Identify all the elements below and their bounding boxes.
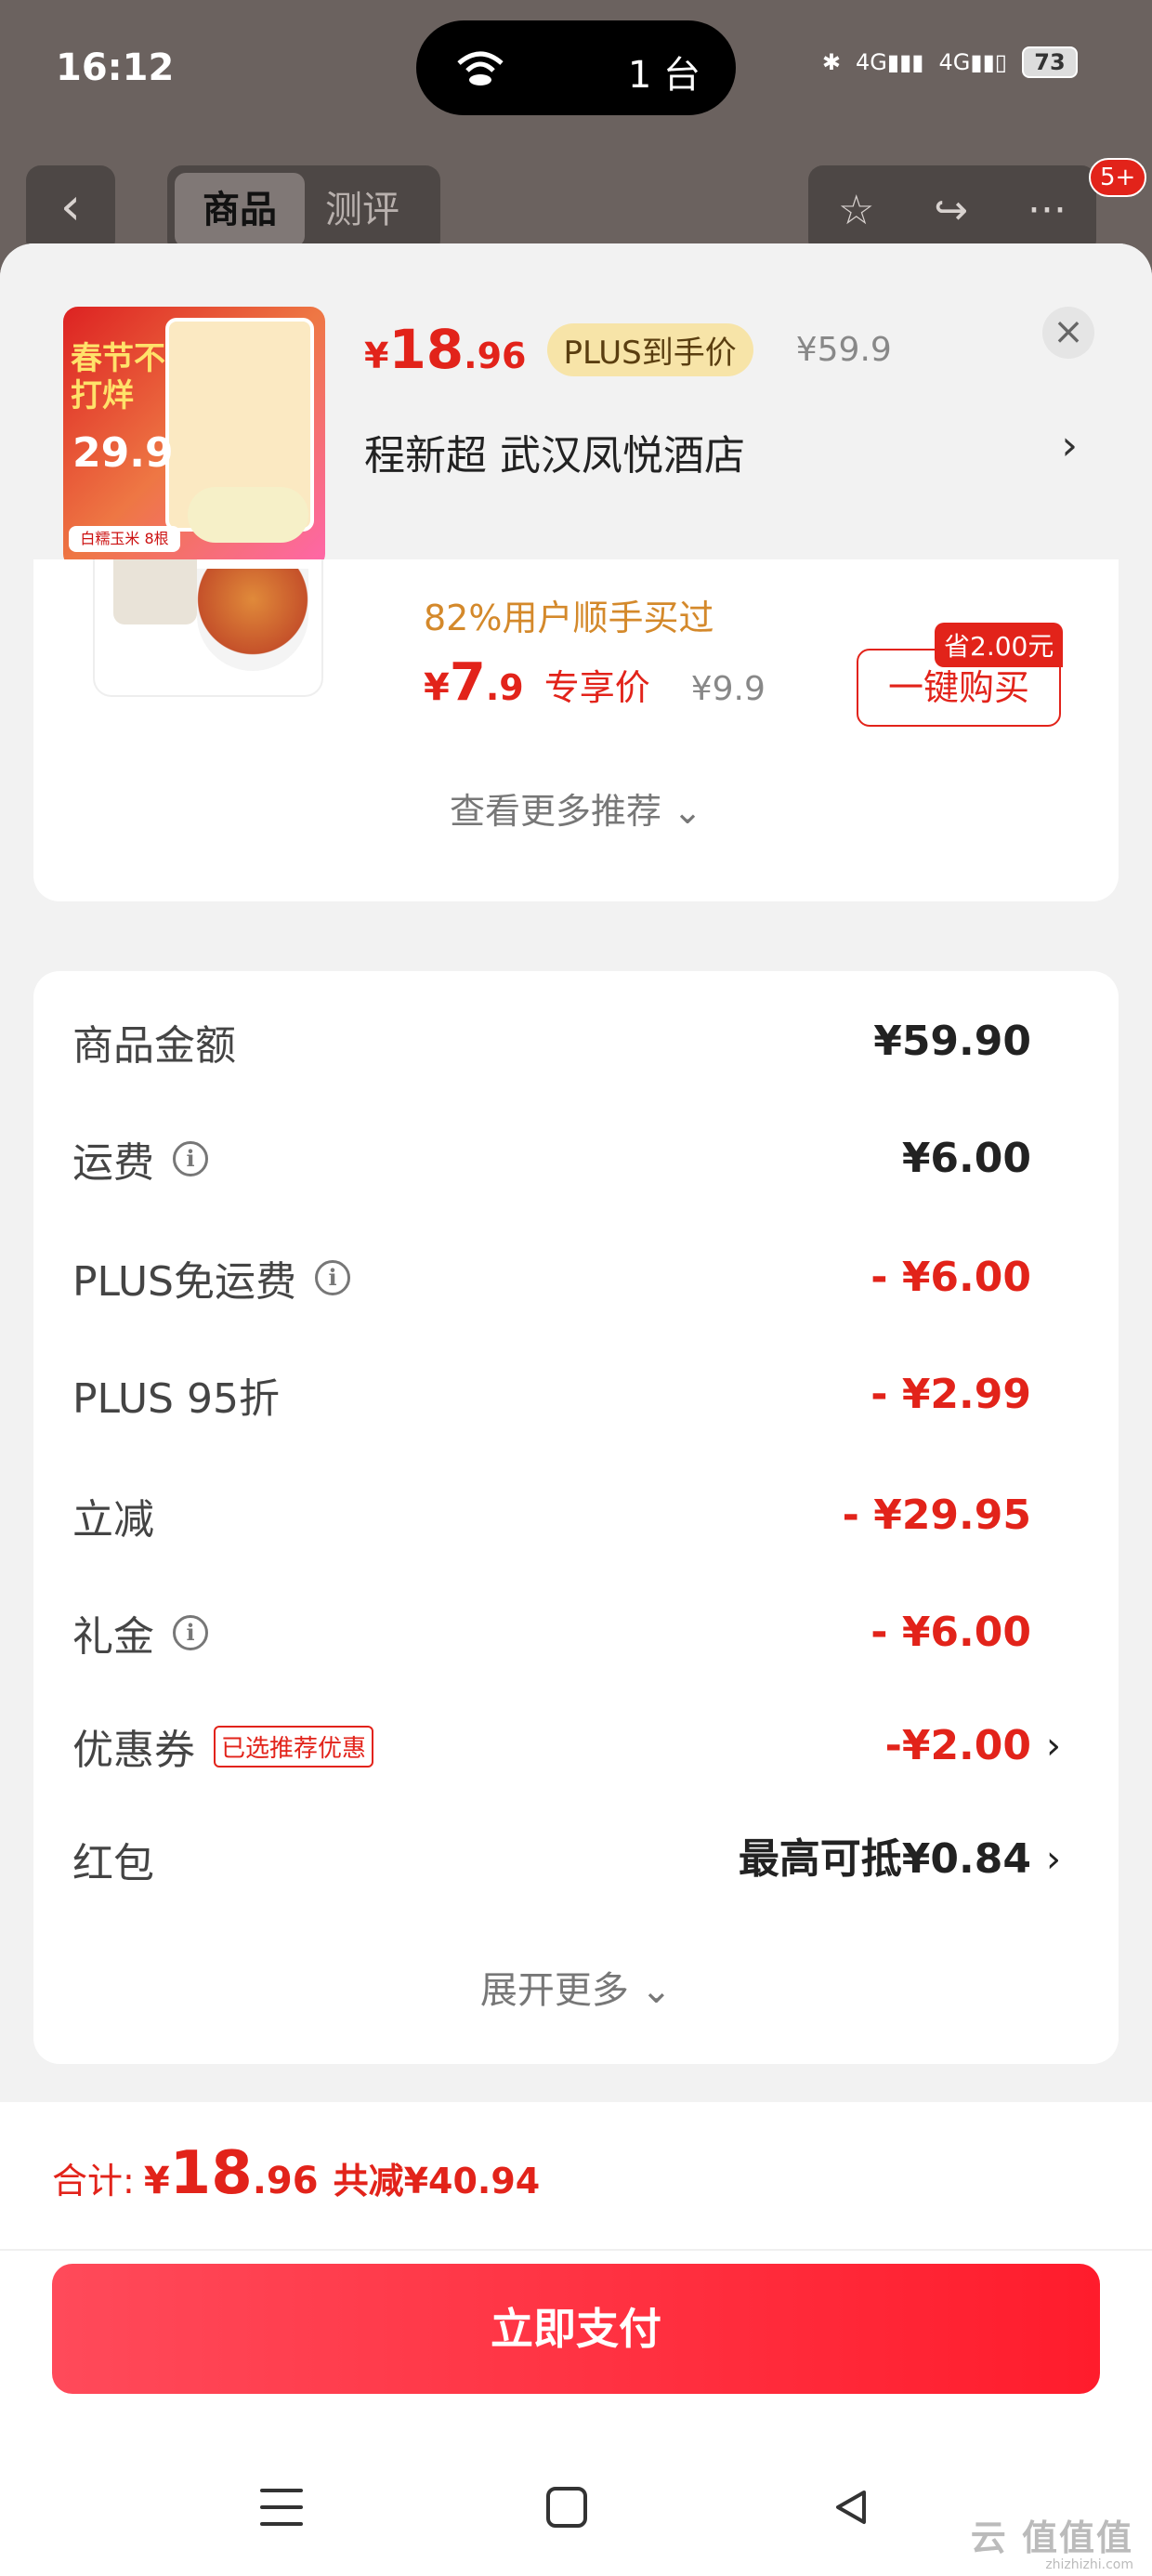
more-icon[interactable]: ··· — [1028, 187, 1067, 234]
product-header: 春节不打烊 29.9 白糯玉米 8根 ¥ 18 .96 PLUS到手价 ¥59.… — [0, 243, 1152, 606]
row-value: 最高可抵¥0.84 — [738, 1835, 1031, 1883]
dynamic-island[interactable]: 1 台 — [416, 20, 736, 115]
price-integer: 7 — [449, 652, 486, 713]
row-value: - ¥6.00 — [871, 1254, 1031, 1301]
total-decimal: .96 — [252, 2160, 319, 2202]
delivery-address[interactable]: 程新超 武汉凤悦酒店 — [364, 422, 745, 481]
row-label: 商品金额 — [72, 1022, 236, 1070]
exclusive-price-tag: 专享价 — [543, 667, 650, 708]
amount-row-goods: 商品金额 ¥59.90 — [72, 1005, 1061, 1079]
row-label: 礼金 — [72, 1613, 154, 1661]
message-badge: 5+ — [1089, 158, 1147, 197]
bg-tabs: 商品 测评 — [167, 165, 440, 255]
signal-icon-2: 4G▮▮▯ — [938, 49, 1008, 75]
product-image-price: 29.9 — [72, 429, 174, 477]
row-value: - ¥2.99 — [871, 1371, 1031, 1418]
row-label: 优惠券 — [72, 1727, 195, 1774]
battery-icon: 73 — [1022, 46, 1078, 78]
close-button[interactable]: × — [1042, 307, 1094, 359]
row-label: 运费 — [72, 1139, 154, 1187]
currency-symbol: ¥ — [424, 666, 450, 709]
coupon-selected-tag: 已选推荐优惠 — [214, 1725, 374, 1768]
amount-breakdown-card: 商品金额 ¥59.90 运费 i ¥6.00 PLUS免运费 i - ¥6.00 P… — [33, 971, 1119, 2064]
row-label: 红包 — [72, 1840, 154, 1887]
info-icon[interactable]: i — [173, 1615, 208, 1650]
total-integer: 18 — [169, 2139, 253, 2208]
bought-percentage: 82%用户顺手买过 — [424, 598, 714, 638]
status-time: 16:12 — [56, 46, 175, 89]
recommended-price-row: ¥ 7 .9 专享价 ¥9.9 — [424, 652, 766, 713]
total-saved: 共减¥40.94 — [333, 2161, 541, 2201]
chevron-right-icon[interactable]: › — [1046, 1709, 1061, 1783]
home-icon[interactable] — [546, 2487, 587, 2528]
watermark: 云 值值值 — [970, 2517, 1133, 2558]
bluetooth-icon: ✱ — [821, 49, 841, 75]
price-integer: 18 — [388, 318, 465, 381]
more-recommendations-link[interactable]: 查看更多推荐 ⌄ — [33, 782, 1119, 834]
signal-icon-1: 4G▮▮▮ — [856, 49, 924, 75]
original-price: ¥9.9 — [690, 670, 766, 708]
amount-row-coupon[interactable]: 优惠券 已选推荐优惠 -¥2.00 › — [72, 1709, 1061, 1783]
recommended-product-image — [93, 559, 323, 697]
device-count: 1 台 — [627, 54, 700, 97]
product-image-text: 春节不打烊 — [71, 340, 165, 414]
rec-bowl-graphic — [197, 569, 308, 671]
row-label: PLUS免运费 — [72, 1258, 296, 1306]
menu-icon[interactable] — [260, 2489, 303, 2526]
product-price-row: ¥ 18 .96 PLUS到手价 ¥59.9 — [364, 318, 892, 381]
share-icon[interactable]: ↪ — [934, 187, 968, 234]
plus-price-tag: PLUS到手价 — [546, 322, 753, 376]
product-image: 春节不打烊 29.9 白糯玉米 8根 — [63, 307, 325, 569]
amount-row-plus-discount: PLUS 95折 - ¥2.99 — [72, 1358, 1061, 1432]
product-image-label: 白糯玉米 8根 — [69, 526, 180, 552]
total-label: 合计: — [52, 2161, 135, 2201]
status-bar: 16:12 1 台 ✱ 4G▮▮▮ 4G▮▮▯ 73 — [0, 0, 1152, 139]
save-badge: 省2.00元 — [935, 623, 1064, 667]
info-icon[interactable]: i — [315, 1260, 350, 1295]
info-icon[interactable]: i — [173, 1141, 208, 1176]
watermark-url: zhizhizhi.com — [1045, 2557, 1133, 2572]
original-price: ¥59.9 — [795, 330, 892, 369]
divider — [0, 2249, 1152, 2251]
close-icon: × — [1053, 310, 1084, 353]
row-label: PLUS 95折 — [72, 1375, 280, 1423]
back-triangle-icon[interactable] — [831, 2487, 871, 2528]
currency-symbol: ¥ — [143, 2160, 170, 2202]
price-decimal: .9 — [485, 667, 524, 708]
corn-graphic — [188, 487, 308, 543]
tab-product[interactable]: 商品 — [175, 173, 305, 247]
pay-now-button[interactable]: 立即支付 — [52, 2264, 1100, 2394]
hotspot-icon — [457, 51, 504, 85]
total-row: 合计: ¥ 18 .96 共减¥40.94 — [52, 2139, 540, 2208]
row-value: -¥2.00 — [884, 1722, 1031, 1769]
row-value: - ¥6.00 — [871, 1609, 1031, 1656]
amount-row-instant-discount: 立减 - ¥29.95 — [72, 1479, 1061, 1553]
row-value: ¥6.00 — [901, 1135, 1031, 1182]
back-icon[interactable]: ‹ — [26, 165, 115, 255]
amount-row-red-packet[interactable]: 红包 最高可抵¥0.84 › — [72, 1822, 1061, 1897]
amount-row-shipping: 运费 i ¥6.00 — [72, 1122, 1061, 1196]
amount-row-plus-free-shipping: PLUS免运费 i - ¥6.00 — [72, 1241, 1061, 1315]
chevron-right-icon[interactable]: › — [1046, 1822, 1061, 1897]
recommendation-card: 82%用户顺手买过 ¥ 7 .9 专享价 ¥9.9 一键购买 省2.00元 查看… — [33, 559, 1119, 901]
price-decimal: .96 — [464, 335, 527, 376]
row-value: - ¥29.95 — [842, 1492, 1031, 1539]
expand-more-link[interactable]: 展开更多 ⌄ — [33, 1960, 1119, 2014]
chevron-right-icon[interactable]: › — [1061, 422, 1078, 469]
rec-bag-graphic — [113, 559, 197, 624]
currency-symbol: ¥ — [364, 335, 389, 376]
amount-row-gift-money: 礼金 i - ¥6.00 — [72, 1596, 1061, 1670]
row-value: ¥59.90 — [873, 1018, 1031, 1065]
bg-actions: ☆ ↪ ··· — [808, 165, 1096, 255]
row-label: 立减 — [72, 1496, 154, 1544]
tab-review[interactable]: 测评 — [325, 173, 399, 247]
system-icons: ✱ 4G▮▮▮ 4G▮▮▯ 73 — [822, 46, 1078, 78]
star-icon[interactable]: ☆ — [838, 187, 874, 234]
